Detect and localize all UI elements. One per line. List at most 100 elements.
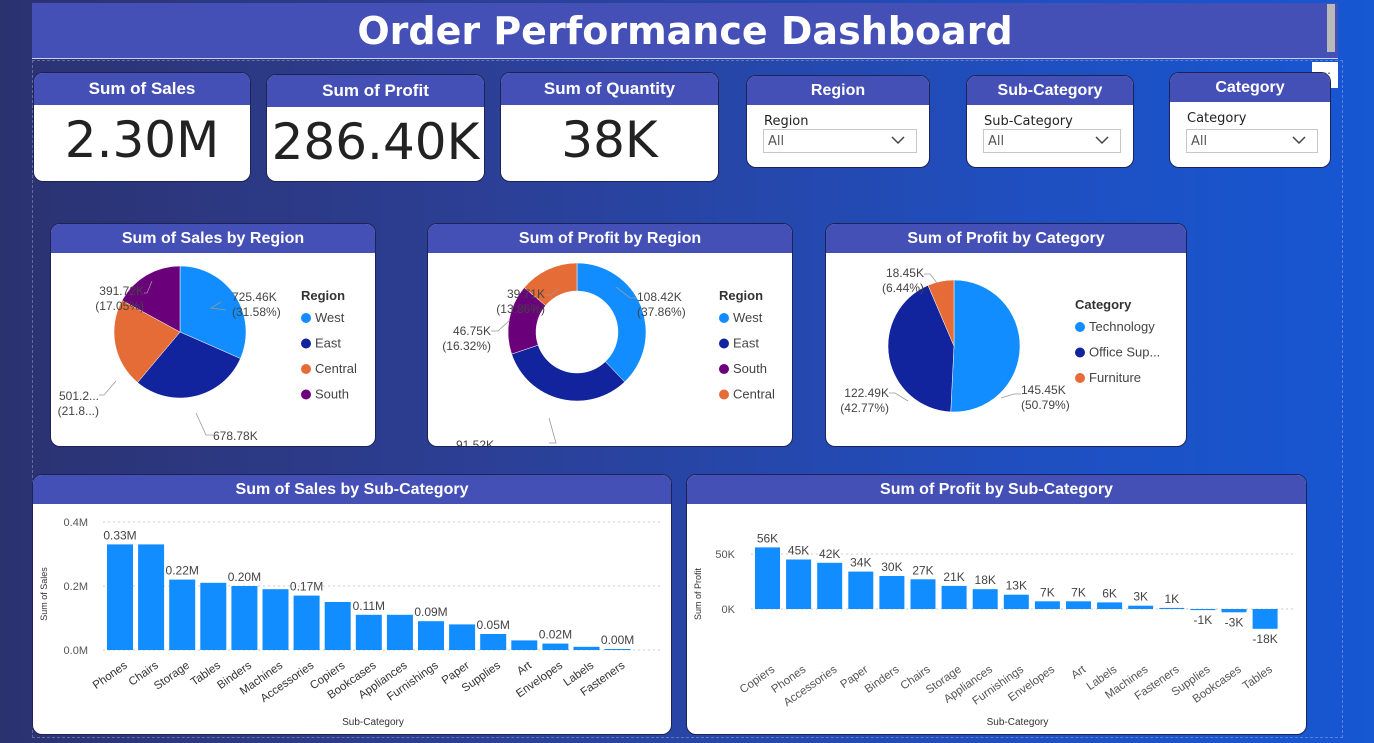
bar-appliances[interactable] [972, 589, 998, 609]
legend-item[interactable]: Central [315, 361, 357, 376]
kpi-card-quantity[interactable]: Sum of Quantity 38K [500, 72, 719, 182]
bar-data-label: 0.11M [353, 599, 385, 613]
chart-profit-by-sub-category[interactable]: Sum of Profit by Sub-Category 0K 50K Sum o… [686, 474, 1307, 735]
bar-copiers[interactable] [324, 602, 351, 650]
chart-title: Sum of Profit by Sub-Category [687, 475, 1306, 504]
bar-paper[interactable] [449, 624, 476, 650]
data-label: 122.49K [844, 386, 889, 400]
legend-item[interactable]: Technology [1089, 319, 1155, 334]
y-axis-label: Sum of Profit [693, 567, 703, 620]
bar-supplies[interactable] [480, 634, 507, 650]
legend-item[interactable]: Central [733, 387, 775, 402]
y-tick-label: 0K [722, 604, 736, 616]
data-label-percent: (31.58%) [232, 305, 281, 319]
bar-storage[interactable] [941, 585, 967, 609]
bar-fasteners[interactable] [604, 649, 631, 650]
legend-item[interactable]: East [315, 336, 341, 351]
sub-category-dropdown[interactable]: All [983, 129, 1121, 153]
legend-item[interactable]: South [315, 387, 349, 402]
bar-bookcases[interactable] [1221, 609, 1247, 613]
bar-data-label: 0.00M [601, 633, 634, 647]
bar-envelopes[interactable] [1034, 601, 1060, 609]
bar-phones[interactable] [786, 559, 812, 610]
bar-furnishings[interactable] [418, 621, 444, 650]
chart-sales-by-region[interactable]: Sum of Sales by Region 725.46K (31.58%) 67… [50, 223, 376, 447]
bar-labels[interactable] [573, 646, 600, 650]
leader-line [195, 412, 213, 436]
slicer-region: Region Region All [746, 75, 930, 168]
region-dropdown[interactable]: All [763, 129, 917, 153]
legend-item[interactable]: Office Sup... [1089, 345, 1160, 360]
bar-tables[interactable] [1252, 609, 1278, 629]
pie-slice-technology[interactable] [950, 279, 1021, 413]
kpi-label: Sum of Sales [34, 73, 250, 105]
legend-item[interactable]: Furniture [1089, 370, 1141, 385]
bar-accessories[interactable] [293, 595, 320, 650]
bar-data-label: 45K [788, 544, 809, 558]
bar-supplies[interactable] [1190, 609, 1216, 611]
legend-marker [301, 389, 311, 400]
bar-chairs[interactable] [138, 544, 165, 650]
bar-labels[interactable] [1097, 602, 1123, 609]
bar-data-label: 0.02M [539, 628, 572, 642]
donut-chart-profit-region[interactable]: 108.42K(37.86%)91.52K(31.96%)46.75K(16.3… [428, 253, 793, 447]
legend-item[interactable]: West [733, 310, 763, 325]
bar-binders[interactable] [231, 586, 258, 650]
bar-data-label: 6K [1102, 586, 1117, 600]
legend-item[interactable]: West [315, 310, 345, 325]
bar-data-label: 1K [1164, 592, 1179, 606]
pie-slice-west[interactable] [576, 262, 647, 383]
data-label-percent: (17.05%) [95, 299, 144, 313]
kpi-value: 2.30M [64, 111, 220, 169]
bar-data-label: 27K [912, 563, 933, 577]
legend-item[interactable]: East [733, 336, 759, 351]
bar-phones[interactable] [107, 544, 133, 650]
bar-art[interactable] [1066, 601, 1091, 609]
pie-slice-east[interactable] [511, 344, 626, 402]
pie-chart-profit-category[interactable]: 145.45K(50.79%) 122.49K(42.77%) 18.45K(6.4… [826, 253, 1187, 447]
slicer-category: Category Category All [1169, 72, 1331, 168]
bar-accessories[interactable] [817, 562, 843, 609]
bar-envelopes[interactable] [542, 643, 569, 650]
chart-sales-by-sub-category[interactable]: Sum of Sales by Sub-Category 0.0M 0.2M 0.4… [32, 474, 672, 735]
bar-data-label: -18K [1252, 632, 1277, 646]
pie-chart-sales-region[interactable]: 725.46K(31.58%) 678.78K(29.55%) 501.2...(2… [51, 253, 376, 447]
kpi-card-sales[interactable]: Sum of Sales 2.30M [33, 72, 251, 182]
legend-title: Region [719, 288, 763, 303]
bar-data-label: 7K [1071, 585, 1086, 599]
bar-bookcases[interactable] [355, 614, 382, 650]
bar-machines[interactable] [262, 589, 289, 650]
slicer-title: Region [747, 76, 929, 105]
bar-machines[interactable] [1128, 605, 1154, 609]
data-label-percent: (21.8...) [58, 404, 99, 418]
leader-line [924, 273, 938, 284]
bar-appliances[interactable] [386, 614, 413, 650]
kpi-value: 286.40K [271, 113, 480, 171]
bar-data-label: 0.09M [414, 605, 447, 619]
bar-data-label: -3K [1225, 615, 1244, 629]
bar-tables[interactable] [200, 582, 227, 650]
bar-chart-profit-sub-category[interactable]: 0K 50K Sum of Profit Sub-Category 56K Copiers… [687, 504, 1307, 735]
bar-binders[interactable] [879, 576, 905, 609]
bar-copiers[interactable] [755, 547, 780, 609]
legend-title: Region [301, 288, 345, 303]
slicer-title: Sub-Category [967, 76, 1133, 105]
data-label-percent: (6.44%) [882, 281, 924, 295]
bar-data-label: 0.20M [228, 570, 261, 584]
kpi-card-profit[interactable]: Sum of Profit 286.40K [266, 74, 485, 182]
bar-storage[interactable] [169, 579, 196, 650]
y-axis-label: Sum of Sales [39, 567, 49, 621]
scrollbar-thumb[interactable] [1327, 4, 1335, 52]
bar-chart-sales-sub-category[interactable]: 0.0M 0.2M 0.4M Sum of Sales Sub-Category 0.33… [33, 504, 672, 735]
bar-fasteners[interactable] [1159, 607, 1185, 609]
legend-item[interactable]: South [733, 361, 767, 376]
bar-paper[interactable] [848, 571, 874, 609]
chart-profit-by-category[interactable]: Sum of Profit by Category 145.45K (50.79%… [825, 223, 1187, 447]
dropdown-value: All [988, 134, 1005, 149]
bar-chairs[interactable] [910, 579, 936, 609]
bar-art[interactable] [511, 640, 538, 650]
category-dropdown[interactable]: All [1186, 129, 1318, 153]
bar-furnishings[interactable] [1003, 594, 1029, 609]
bar-data-label: 0.05M [477, 618, 510, 632]
chart-profit-by-region[interactable]: Sum of Profit by Region 108.42K (37.86%) 9… [427, 223, 793, 447]
